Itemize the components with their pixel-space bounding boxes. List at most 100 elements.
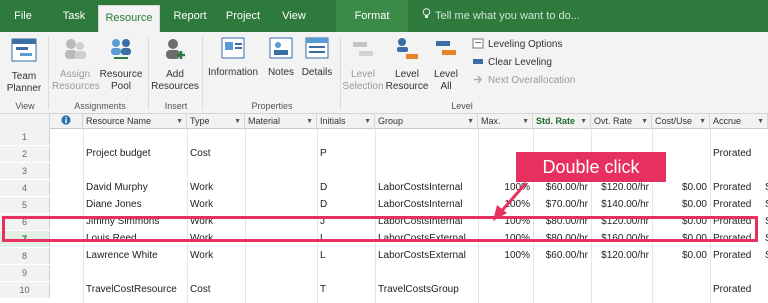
cell-extra[interactable] — [762, 163, 768, 179]
cell-name[interactable] — [83, 265, 187, 281]
cell-cost[interactable]: $0.00 — [652, 248, 710, 264]
cell-cost[interactable]: $0.00 — [652, 180, 710, 196]
cell-accrue[interactable]: Prorated — [710, 146, 762, 162]
tab-view[interactable]: View — [272, 0, 316, 32]
cell-name[interactable]: Lawrence White — [83, 248, 187, 264]
select-all-corner[interactable] — [0, 114, 50, 129]
cell-std[interactable] — [533, 129, 591, 145]
cell-extra[interactable]: S — [762, 231, 768, 247]
cell-initials[interactable]: D — [317, 180, 375, 196]
details-button[interactable]: Details — [298, 36, 336, 79]
cell-extra[interactable]: S — [762, 197, 768, 213]
cell-group[interactable] — [375, 129, 478, 145]
cell-material[interactable] — [245, 146, 317, 162]
cell-initials[interactable]: D — [317, 197, 375, 213]
column-header-std-rate[interactable]: Std. Rate ▼ — [533, 114, 591, 129]
cell-cost[interactable]: $0.00 — [652, 197, 710, 213]
cell-type[interactable]: Work — [187, 197, 245, 213]
cell-name[interactable]: Diane Jones — [83, 197, 187, 213]
column-header-cost-use[interactable]: Cost/Use ▼ — [652, 114, 710, 129]
assign-resources-button[interactable]: Assign Resources — [52, 36, 100, 93]
cell-group[interactable] — [375, 146, 478, 162]
cell-extra[interactable] — [762, 146, 768, 162]
cell-type[interactable] — [187, 265, 245, 281]
cell-initials[interactable] — [317, 163, 375, 179]
row-number[interactable]: 8 — [0, 248, 50, 264]
table-row[interactable]: 5 Diane Jones Work D LaborCostsInternal 100% $… — [0, 197, 768, 213]
cell-ovt[interactable] — [591, 265, 652, 281]
cell-ovt[interactable]: $120.00/hr — [591, 180, 652, 196]
row-number[interactable]: 3 — [0, 163, 50, 179]
add-resources-button[interactable]: Add Resources — [150, 36, 200, 93]
cell-extra[interactable]: S — [762, 248, 768, 264]
row-number[interactable]: 2 — [0, 146, 50, 162]
cell-material[interactable] — [245, 129, 317, 145]
cell-accrue[interactable]: Prorated — [710, 180, 762, 196]
row-number[interactable]: 10 — [0, 282, 50, 298]
cell-type[interactable] — [187, 129, 245, 145]
table-row[interactable]: 4 David Murphy Work D LaborCostsInternal 100%… — [0, 180, 768, 196]
cell-extra[interactable]: S — [762, 180, 768, 196]
row-number[interactable]: 9 — [0, 265, 50, 281]
cell-type[interactable] — [187, 163, 245, 179]
cell-material[interactable] — [245, 248, 317, 264]
cell-std[interactable]: $60.00/hr — [533, 248, 591, 264]
cell-name[interactable] — [83, 129, 187, 145]
table-row[interactable]: 10 TravelCostResource Cost T TravelCostsGrou… — [0, 282, 768, 298]
cell-max[interactable]: 100% — [478, 248, 533, 264]
cell-name[interactable]: Project budget — [83, 146, 187, 162]
cell-type[interactable]: Cost — [187, 146, 245, 162]
cell-ovt[interactable] — [591, 129, 652, 145]
column-header-group[interactable]: Group ▼ — [375, 114, 478, 129]
cell-initials[interactable]: T — [317, 282, 375, 298]
tab-project[interactable]: Project — [218, 0, 268, 32]
leveling-options-button[interactable]: Leveling Options — [472, 38, 563, 52]
table-row[interactable]: 9 — [0, 265, 768, 281]
cell-cost[interactable] — [652, 282, 710, 298]
table-row[interactable]: 1 — [0, 129, 768, 145]
indicators-column-header[interactable] — [50, 114, 83, 129]
cell-extra[interactable] — [762, 282, 768, 298]
tell-me-box[interactable]: Tell me what you want to do... — [422, 0, 580, 32]
cell-max[interactable]: 100% — [478, 197, 533, 213]
notes-button[interactable]: Notes — [264, 36, 298, 79]
cell-material[interactable] — [245, 265, 317, 281]
cell-type[interactable]: Work — [187, 248, 245, 264]
cell-std[interactable] — [533, 282, 591, 298]
level-all-button[interactable]: Level All — [430, 36, 462, 93]
cell-material[interactable] — [245, 180, 317, 196]
cell-max[interactable]: 100% — [478, 180, 533, 196]
cell-group[interactable] — [375, 163, 478, 179]
table-row[interactable]: 8 Lawrence White Work L LaborCostsExternal 10… — [0, 248, 768, 264]
cell-material[interactable] — [245, 163, 317, 179]
cell-group[interactable]: LaborCostsExternal — [375, 248, 478, 264]
cell-accrue[interactable]: Prorated — [710, 197, 762, 213]
tab-task[interactable]: Task — [52, 0, 96, 32]
cell-accrue[interactable] — [710, 129, 762, 145]
next-overallocation-button[interactable]: Next Overallocation — [472, 74, 575, 88]
cell-name[interactable]: David Murphy — [83, 180, 187, 196]
cell-type[interactable]: Work — [187, 180, 245, 196]
tab-resource[interactable]: Resource — [98, 5, 160, 32]
cell-group[interactable] — [375, 265, 478, 281]
resource-pool-button[interactable]: Resource Pool — [98, 36, 144, 93]
cell-accrue[interactable] — [710, 265, 762, 281]
cell-material[interactable] — [245, 282, 317, 298]
cell-name[interactable] — [83, 163, 187, 179]
cell-accrue[interactable] — [710, 163, 762, 179]
cell-extra[interactable] — [762, 265, 768, 281]
cell-initials[interactable] — [317, 129, 375, 145]
cell-max[interactable] — [478, 129, 533, 145]
column-header-material[interactable]: Material ▼ — [245, 114, 317, 129]
cell-ovt[interactable]: $140.00/hr — [591, 197, 652, 213]
cell-std[interactable]: $60.00/hr — [533, 180, 591, 196]
row-number[interactable]: 5 — [0, 197, 50, 213]
level-resource-button[interactable]: Level Resource — [384, 36, 430, 93]
column-header-initials[interactable]: Initials ▼ — [317, 114, 375, 129]
cell-max[interactable] — [478, 282, 533, 298]
cell-extra[interactable] — [762, 129, 768, 145]
cell-accrue[interactable]: Prorated — [710, 282, 762, 298]
cell-group[interactable]: LaborCostsInternal — [375, 180, 478, 196]
cell-initials[interactable] — [317, 265, 375, 281]
row-number[interactable]: 4 — [0, 180, 50, 196]
